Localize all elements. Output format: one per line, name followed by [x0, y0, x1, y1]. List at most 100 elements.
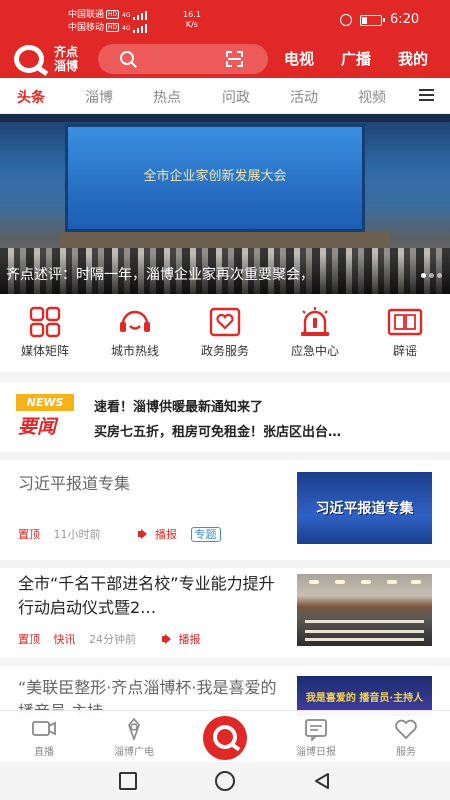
gov-service-icon [209, 307, 241, 337]
app-header: 齐点 淄博 电视 广播 我的 [0, 40, 450, 78]
battery-level [362, 17, 367, 24]
article-title[interactable]: 习近平报道专集 [18, 472, 283, 496]
app-logo[interactable]: 齐点 淄博 [14, 43, 94, 75]
article-card[interactable]: 全市“千名干部进名校”专业能力提升行动启动仪式暨2… 置顶 快讯 24分钟前 播… [0, 568, 450, 658]
article-title[interactable]: 全市“千名干部进名校”专业能力提升行动启动仪式暨2… [18, 572, 283, 620]
scan-icon[interactable] [226, 51, 243, 67]
service-label: 政务服务 [200, 344, 249, 358]
broadcast-label: 播报 [178, 633, 201, 646]
bottom-nav-service[interactable]: 服务 [371, 717, 441, 758]
speed-value: 16.1 [183, 10, 201, 19]
broadcast-button[interactable]: 播报 [161, 633, 201, 646]
tv-icon [32, 721, 56, 736]
topic-badge[interactable]: 专题 [190, 527, 221, 542]
banner-screen-text: 全市企业家创新发展大会 [143, 169, 287, 184]
logo-line1: 齐点 [54, 45, 79, 59]
hd-badge: HD [106, 23, 120, 32]
service-rumor[interactable]: 辟谣 [365, 306, 445, 359]
bottom-nav-home[interactable] [203, 716, 247, 760]
carrier-1: 中国联通 [68, 10, 105, 20]
carrier-2: 中国移动 [68, 23, 105, 33]
bottom-nav-label: 服务 [396, 747, 416, 758]
divider [0, 560, 450, 568]
service-media-matrix[interactable]: 媒体矩阵 [5, 306, 85, 359]
nav-tv[interactable]: 电视 [284, 48, 314, 69]
service-grid: 媒体矩阵 城市热线 政务服务 应急中心 辟谣 [0, 294, 450, 372]
recent-apps-icon[interactable] [119, 772, 137, 790]
speaker-icon [138, 529, 152, 539]
nav-radio[interactable]: 广播 [341, 48, 371, 69]
tab-zibo[interactable]: 淄博 [85, 87, 113, 107]
service-emergency[interactable]: 应急中心 [275, 306, 355, 359]
news-badge: NEWS 要闻 [16, 394, 74, 438]
home-q-icon [213, 725, 237, 749]
banner-screen: 全市企业家创新发展大会 [65, 124, 365, 232]
bottom-nav-daily[interactable]: 淄博日报 [281, 717, 351, 758]
article-time: 24分钟前 [89, 633, 136, 646]
home-icon[interactable] [215, 771, 235, 791]
search-bar[interactable] [98, 44, 268, 74]
battery-icon [360, 15, 385, 26]
logo-q-icon [14, 45, 44, 73]
news-headline-2[interactable]: 买房七五折，租房可免租金！张店区出台… [94, 421, 434, 440]
network-speed: 16.1 K/s [183, 10, 201, 30]
broadcast-button[interactable]: 播报 [138, 528, 177, 541]
nav-mine[interactable]: 我的 [398, 48, 428, 69]
article-meta: 置顶 11小时前 播报 专题 [18, 526, 221, 542]
bottom-nav-label: 直播 [34, 747, 54, 758]
speaker-icon [161, 634, 176, 644]
signal-icon [132, 10, 153, 20]
back-icon[interactable] [312, 771, 332, 791]
alarm-icon [340, 14, 352, 26]
article-card[interactable]: “美联臣整形·齐点淄博杯·我是喜爱的 播音员 主持 我是喜爱的 播音员·主持人 [0, 666, 450, 716]
clock: 6:20 [390, 12, 420, 27]
media-matrix-icon [29, 306, 61, 338]
news-badge-bottom: 要闻 [18, 416, 57, 438]
tab-activity[interactable]: 活动 [290, 87, 318, 107]
flash-tag: 快讯 [53, 633, 76, 646]
status-bar: 中国联通 HD 4G 中国移动 HD 4G 16.1 K/s 6:20 [0, 0, 450, 40]
article-thumbnail[interactable]: 习近平报道专集 [297, 472, 432, 544]
broadcast-label: 播报 [155, 528, 177, 541]
banner-caption[interactable]: 齐点述评：时隔一年，淄博企业家再次重要聚会， [6, 264, 426, 284]
bottom-nav-live[interactable]: 直播 [9, 717, 79, 758]
tab-hot[interactable]: 热点 [153, 87, 181, 107]
carousel-dots [418, 263, 442, 282]
news-badge-top: NEWS [16, 394, 74, 411]
net-type-2: 4G [122, 25, 131, 32]
search-icon [120, 51, 134, 65]
service-hotline[interactable]: 城市热线 [95, 306, 175, 359]
service-label: 城市热线 [110, 344, 159, 358]
article-card[interactable]: 习近平报道专集 置顶 11小时前 播报 专题 习近平报道专集 [0, 460, 450, 560]
net-type-1: 4G [122, 12, 131, 19]
service-label: 应急中心 [290, 344, 339, 358]
pinned-tag: 置顶 [18, 528, 40, 541]
heart-icon [395, 719, 417, 740]
hotline-icon [120, 310, 150, 332]
emergency-icon [301, 307, 329, 336]
newspaper-icon [305, 719, 327, 741]
carrier-info: 中国联通 HD 4G 中国移动 HD 4G [68, 9, 153, 35]
article-time: 11小时前 [53, 528, 101, 541]
article-meta: 置顶 快讯 24分钟前 播报 [18, 631, 201, 647]
thumbnail-text: 习近平报道专集 [315, 501, 414, 517]
tab-headline[interactable]: 头条 [17, 87, 45, 107]
news-headline-1[interactable]: 速看！淄博供暖最新通知来了 [94, 396, 434, 415]
news-ticker: NEWS 要闻 速看！淄博供暖最新通知来了 买房七五折，租房可免租金！张店区出台… [0, 382, 450, 452]
bottom-nav-radio[interactable]: 淄博广电 [99, 717, 169, 758]
service-gov[interactable]: 政务服务 [185, 306, 265, 359]
logo-line2: 淄博 [54, 59, 79, 73]
signal-icon [132, 23, 153, 33]
tab-wenzheng[interactable]: 问政 [222, 87, 250, 107]
banner-stage [60, 232, 390, 248]
speed-unit: K/s [185, 20, 198, 29]
article-thumbnail[interactable] [297, 574, 432, 646]
divider [0, 658, 450, 666]
channel-tabs: 头条 淄博 热点 问政 活动 视频 [0, 78, 450, 114]
bottom-nav-label: 淄博广电 [114, 747, 154, 758]
rumor-icon [387, 308, 423, 336]
banner-carousel[interactable]: 全市企业家创新发展大会 齐点述评：时隔一年，淄博企业家再次重要聚会， [0, 114, 450, 294]
hd-badge: HD [106, 10, 120, 19]
radio-icon [128, 717, 140, 741]
menu-icon[interactable] [419, 89, 434, 101]
